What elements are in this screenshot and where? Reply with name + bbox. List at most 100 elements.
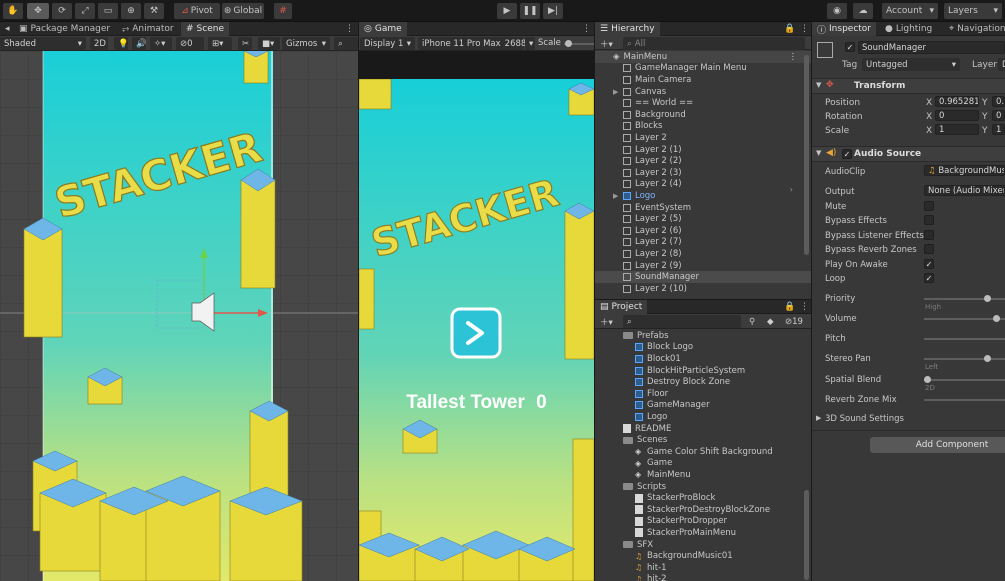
mute-checkbox[interactable] bbox=[924, 201, 934, 211]
project-search[interactable]: ⌕ bbox=[623, 315, 741, 328]
cloud-button[interactable]: ☁ bbox=[853, 3, 873, 19]
grid-dropdown[interactable]: ⊞▾ bbox=[208, 37, 232, 50]
hierarchy-item[interactable]: Main Camera bbox=[595, 74, 811, 86]
stereo-pan-slider-handle[interactable] bbox=[984, 355, 991, 362]
rotation-y-field[interactable]: 0 bbox=[992, 110, 1005, 121]
audio-source-enabled-checkbox[interactable]: ✓ bbox=[842, 149, 852, 159]
hierarchy-item[interactable]: Layer 2 (10) bbox=[595, 283, 811, 295]
hierarchy-item[interactable]: Layer 2 (8) bbox=[595, 248, 811, 260]
3d-sound-settings-label[interactable]: 3D Sound Settings bbox=[825, 414, 904, 424]
tab-inspector[interactable]: ⓘ Inspector bbox=[812, 22, 876, 36]
account-dropdown[interactable]: Account ▾ bbox=[882, 3, 938, 19]
filter-type-button[interactable]: ⚲ bbox=[745, 315, 759, 328]
hierarchy-search[interactable]: ⌕ All bbox=[623, 37, 805, 50]
object-name-field[interactable]: SoundManager bbox=[858, 41, 1005, 54]
scale-y-field[interactable]: 1 bbox=[992, 124, 1005, 135]
chevron-right-icon[interactable]: ▶ bbox=[816, 414, 821, 422]
move-tool-button[interactable]: ✥ bbox=[27, 3, 49, 19]
position-x-field[interactable]: 0.965281 bbox=[935, 96, 979, 107]
filter-label-button[interactable]: ◆ bbox=[763, 315, 777, 328]
hierarchy-item[interactable]: ▶ Canvas bbox=[595, 86, 811, 98]
tab-hierarchy[interactable]: ☰ Hierarchy bbox=[595, 22, 660, 36]
tab-lighting[interactable]: ● Lighting bbox=[880, 22, 937, 36]
add-component-button[interactable]: Add Component bbox=[870, 437, 1005, 453]
hierarchy-item[interactable]: ▶ Logo bbox=[595, 190, 811, 202]
loop-checkbox[interactable]: ✓ bbox=[924, 273, 934, 283]
project-item[interactable]: ♫ hit-1 bbox=[595, 562, 811, 574]
project-item[interactable]: StackerProDropper bbox=[595, 516, 811, 528]
tab-game[interactable]: ◎ Game bbox=[359, 22, 407, 36]
spatial-blend-slider[interactable] bbox=[924, 379, 1005, 381]
tab-scene[interactable]: # Scene bbox=[181, 22, 229, 36]
gizmos-dropdown[interactable]: Gizmos ▾ bbox=[282, 37, 330, 50]
hierarchy-item[interactable]: Layer 2 (9) bbox=[595, 260, 811, 272]
global-toggle[interactable]: ⊛ Global bbox=[222, 3, 264, 19]
effects-dropdown[interactable]: ✧▾ bbox=[150, 37, 172, 50]
rotate-tool-button[interactable]: ⟳ bbox=[52, 3, 72, 19]
transform-header[interactable]: ▼ ✥ Transform bbox=[812, 78, 1005, 94]
create-dropdown[interactable]: ＋▾ bbox=[596, 37, 620, 50]
audio-source-header[interactable]: ▼ ◀) ✓ Audio Source bbox=[812, 146, 1005, 162]
project-item[interactable]: ♫ BackgroundMusic01 bbox=[595, 550, 811, 562]
project-item[interactable]: Logo bbox=[595, 411, 811, 423]
project-item[interactable]: ◈ MainMenu bbox=[595, 469, 811, 481]
display-dropdown[interactable]: Display 1 ▾ bbox=[360, 37, 415, 50]
bypass-effects-checkbox[interactable] bbox=[924, 215, 934, 225]
scene-row[interactable]: ◈ MainMenu ⋮ bbox=[595, 51, 811, 63]
project-item[interactable]: ♫ hit-2 bbox=[595, 574, 811, 581]
project-item[interactable]: StackerProMainMenu bbox=[595, 527, 811, 539]
chevron-right-icon[interactable]: › bbox=[790, 185, 793, 194]
project-item[interactable]: Block Logo bbox=[595, 342, 811, 354]
project-scrollbar[interactable] bbox=[804, 490, 809, 580]
panel-menu-arrow[interactable]: ◂ bbox=[0, 22, 15, 36]
hierarchy-item[interactable]: == World == bbox=[595, 97, 811, 109]
hierarchy-item[interactable]: Layer 2 (2) bbox=[595, 155, 811, 167]
device-chevron[interactable]: ▾ bbox=[525, 37, 535, 50]
device-dropdown[interactable]: iPhone 11 Pro Max 2688: bbox=[418, 37, 529, 50]
project-item[interactable]: StackerProBlock bbox=[595, 492, 811, 504]
project-item[interactable]: Floor bbox=[595, 388, 811, 400]
project-item[interactable]: GameManager bbox=[595, 400, 811, 412]
scene-search[interactable]: ⌕ bbox=[334, 37, 358, 50]
play-button[interactable]: ▶ bbox=[497, 3, 517, 19]
project-item[interactable]: Prefabs bbox=[595, 330, 811, 342]
play-on-awake-checkbox[interactable]: ✓ bbox=[924, 259, 934, 269]
transform-tool-button[interactable]: ⊕ bbox=[121, 3, 141, 19]
bypass-reverb-zones-checkbox[interactable] bbox=[924, 244, 934, 254]
pitch-slider[interactable] bbox=[924, 338, 1005, 340]
project-item[interactable]: Destroy Block Zone bbox=[595, 376, 811, 388]
hierarchy-item[interactable]: Blocks bbox=[595, 121, 811, 133]
scale-slider-handle[interactable] bbox=[565, 40, 572, 47]
project-item[interactable]: Scenes bbox=[595, 434, 811, 446]
audioclip-field[interactable]: ♫ BackgroundMusi bbox=[924, 165, 1005, 176]
rotation-x-field[interactable]: 0 bbox=[935, 110, 979, 121]
tab-navigation[interactable]: ⌖ Navigation bbox=[944, 22, 1005, 36]
hierarchy-item[interactable]: Layer 2 (5) bbox=[595, 213, 811, 225]
project-create-dropdown[interactable]: ＋▾ bbox=[596, 315, 620, 328]
hierarchy-item[interactable]: Layer 2 bbox=[595, 132, 811, 144]
step-button[interactable]: ▶| bbox=[543, 3, 563, 19]
rect-tool-button[interactable]: ▭ bbox=[98, 3, 118, 19]
project-more-menu[interactable]: ⋮ bbox=[795, 300, 811, 314]
output-field[interactable]: None (Audio Mixer G bbox=[924, 185, 1005, 196]
hierarchy-item[interactable]: GameManager Main Menu bbox=[595, 63, 811, 75]
stereo-pan-slider[interactable] bbox=[924, 358, 1005, 360]
shading-dropdown[interactable]: Shaded ▾ bbox=[0, 37, 86, 50]
tab-project[interactable]: ▤ Project bbox=[595, 300, 648, 314]
hierarchy-item[interactable]: Layer 2 (7) bbox=[595, 237, 811, 249]
tab-package-manager[interactable]: ▣ Package Manager bbox=[14, 22, 115, 36]
active-checkbox[interactable]: ✓ bbox=[845, 42, 855, 52]
hierarchy-item[interactable]: Layer 2 (3) bbox=[595, 167, 811, 179]
hierarchy-item[interactable]: Layer 2 (4) bbox=[595, 179, 811, 191]
project-item[interactable]: Block01 bbox=[595, 353, 811, 365]
scene-viewport[interactable]: STACKER bbox=[0, 51, 358, 581]
project-item[interactable]: BlockHitParticleSystem bbox=[595, 365, 811, 377]
scene-more-menu[interactable]: ⋮ bbox=[340, 22, 358, 36]
scale-x-field[interactable]: 1 bbox=[935, 124, 979, 135]
hierarchy-scrollbar[interactable] bbox=[804, 55, 809, 255]
hidden-packages-toggle[interactable]: ⊘ 19 bbox=[781, 315, 809, 328]
priority-slider-handle[interactable] bbox=[984, 295, 991, 302]
volume-slider-handle[interactable] bbox=[993, 315, 1000, 322]
chevron-right-icon[interactable]: ▶ bbox=[613, 192, 621, 200]
game-more-menu[interactable]: ⋮ bbox=[577, 22, 594, 36]
